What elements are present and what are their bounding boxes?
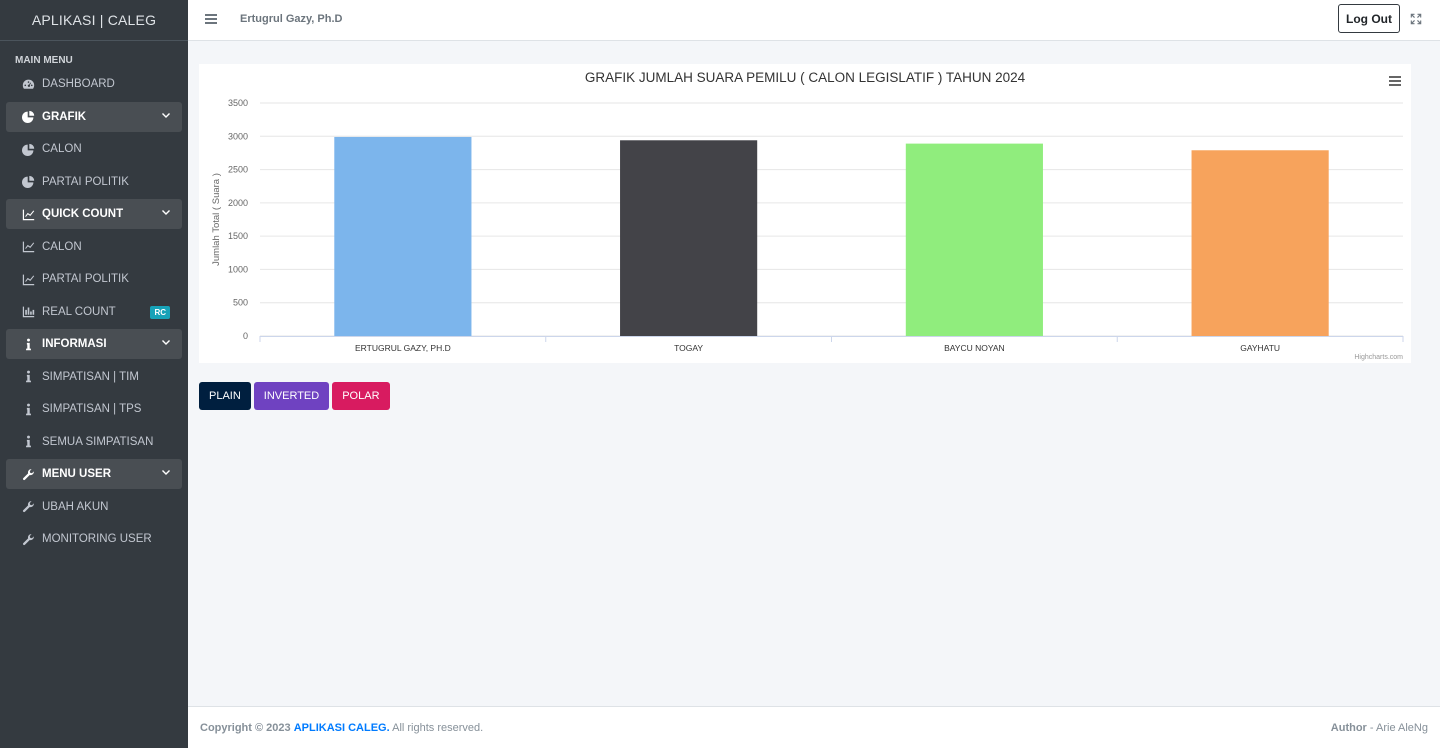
sidebar-item-real-count[interactable]: REAL COUNT RC bbox=[0, 296, 188, 329]
plain-button[interactable]: PLAIN bbox=[199, 382, 251, 410]
copyright-text: Copyright © 2023 bbox=[200, 722, 291, 734]
x-tick-label: ERTUGRUL GAZY, PH.D bbox=[355, 343, 451, 353]
logout-button[interactable]: Log Out bbox=[1338, 4, 1400, 33]
chevron-down-icon bbox=[161, 338, 171, 348]
footer-author: Author - Arie AleNg bbox=[1331, 722, 1428, 734]
footer: Copyright © 2023 APLIKASI CALEG. All rig… bbox=[188, 706, 1440, 748]
sidebar-item-label: QUICK COUNT bbox=[42, 208, 124, 220]
fullscreen-icon[interactable] bbox=[1410, 12, 1424, 26]
sidebar-item-menu-user[interactable]: MENU USER bbox=[6, 459, 182, 489]
chart-card: GRAFIK JUMLAH SUARA PEMILU ( CALON LEGIS… bbox=[199, 64, 1411, 363]
y-tick-label: 0 bbox=[243, 331, 248, 341]
wrench-icon bbox=[20, 532, 36, 546]
sidebar-item-label: SIMPATISAN | TIM bbox=[42, 370, 139, 383]
y-axis-label: Jumlah Total ( Suara ) bbox=[211, 173, 222, 266]
bar bbox=[334, 136, 472, 336]
bar-chart-icon bbox=[20, 305, 36, 319]
sidebar-item-label: CALON bbox=[42, 143, 82, 156]
info-icon bbox=[20, 337, 36, 351]
chevron-down-icon bbox=[161, 111, 171, 121]
sidebar-item-calon[interactable]: CALON bbox=[0, 231, 188, 264]
y-tick-label: 2500 bbox=[228, 165, 248, 175]
sidebar-item-label: SIMPATISAN | TPS bbox=[42, 403, 142, 416]
pie-chart-icon bbox=[20, 110, 36, 124]
sidebar-item-calon[interactable]: CALON bbox=[0, 133, 188, 166]
footer-copyright: Copyright © 2023 APLIKASI CALEG. All rig… bbox=[200, 722, 483, 734]
info-icon bbox=[20, 370, 36, 384]
brand-title[interactable]: APLIKASI | CALEG bbox=[0, 0, 188, 41]
y-tick-label: 1000 bbox=[228, 264, 248, 274]
line-chart-icon bbox=[20, 207, 36, 221]
sidebar-item-monitoring-user[interactable]: MONITORING USER bbox=[0, 523, 188, 556]
y-tick-label: 500 bbox=[233, 298, 248, 308]
sidebar-item-dashboard[interactable]: DASHBOARD bbox=[0, 68, 188, 101]
y-tick-label: 1500 bbox=[228, 231, 248, 241]
info-icon bbox=[20, 402, 36, 416]
y-tick-label: 3500 bbox=[228, 98, 248, 108]
pie-chart-icon bbox=[20, 175, 36, 189]
chevron-down-icon bbox=[161, 468, 171, 478]
chart-title: GRAFIK JUMLAH SUARA PEMILU ( CALON LEGIS… bbox=[585, 70, 1026, 85]
sidebar-item-informasi[interactable]: INFORMASI bbox=[6, 329, 182, 359]
hamburger-menu-icon[interactable] bbox=[205, 12, 217, 26]
x-tick-label: GAYHATU bbox=[1240, 343, 1280, 353]
chart-menu-icon[interactable] bbox=[1389, 76, 1401, 86]
sidebar-item-label: PARTAI POLITIK bbox=[42, 175, 129, 188]
line-chart-icon bbox=[20, 240, 36, 254]
info-icon bbox=[20, 435, 36, 449]
app-link[interactable]: APLIKASI CALEG. bbox=[294, 722, 390, 734]
top-navbar: Ertugrul Gazy, Ph.D Log Out bbox=[188, 0, 1440, 41]
sidebar-item-partai-politik[interactable]: PARTAI POLITIK bbox=[0, 166, 188, 199]
sidebar: APLIKASI | CALEG MAIN MENU DASHBOARD GRAF… bbox=[0, 0, 188, 748]
wrench-icon bbox=[20, 467, 36, 481]
menu-header: MAIN MENU bbox=[15, 55, 73, 66]
author-name: - Arie AleNg bbox=[1369, 722, 1428, 734]
sidebar-nav: DASHBOARD GRAFIK CALON PARTAI POLITIK QUICK … bbox=[0, 68, 188, 556]
sidebar-item-label: INFORMASI bbox=[42, 338, 107, 350]
sidebar-item-simpatisan-tim[interactable]: SIMPATISAN | TIM bbox=[0, 361, 188, 394]
x-tick-label: TOGAY bbox=[674, 343, 703, 353]
line-chart-icon bbox=[20, 272, 36, 286]
y-tick-label: 2000 bbox=[228, 198, 248, 208]
sidebar-item-label: CALON bbox=[42, 240, 82, 253]
sidebar-item-label: MENU USER bbox=[42, 468, 112, 480]
y-tick-label: 3000 bbox=[228, 131, 248, 141]
sidebar-item-label: PARTAI POLITIK bbox=[42, 273, 129, 286]
polar-button[interactable]: POLAR bbox=[332, 382, 390, 410]
sidebar-item-grafik[interactable]: GRAFIK bbox=[6, 101, 182, 132]
inverted-button[interactable]: INVERTED bbox=[253, 382, 330, 410]
sidebar-item-label: MONITORING USER bbox=[42, 533, 152, 546]
sidebar-item-label: SEMUA SIMPATISAN bbox=[42, 435, 154, 448]
sidebar-item-label: GRAFIK bbox=[42, 110, 87, 123]
chart-credit: Highcharts.com bbox=[1354, 354, 1403, 361]
pie-chart-icon bbox=[20, 142, 36, 156]
sidebar-item-quick-count[interactable]: QUICK COUNT bbox=[6, 199, 182, 229]
user-name: Ertugrul Gazy, Ph.D bbox=[240, 13, 343, 25]
bar bbox=[620, 140, 758, 336]
bar bbox=[905, 143, 1043, 336]
x-tick-label: BAYCU NOYAN bbox=[944, 343, 1005, 353]
bar-chart: GRAFIK JUMLAH SUARA PEMILU ( CALON LEGIS… bbox=[211, 70, 1404, 361]
bar bbox=[1191, 150, 1329, 336]
rights-text: All rights reserved. bbox=[392, 722, 484, 734]
status-badge: RC bbox=[150, 305, 170, 319]
chevron-down-icon bbox=[161, 208, 171, 218]
sidebar-item-label: REAL COUNT bbox=[42, 305, 116, 318]
sidebar-item-semua-simpatisan[interactable]: SEMUA SIMPATISAN bbox=[0, 426, 188, 459]
tachometer-icon bbox=[20, 77, 36, 91]
author-label: Author bbox=[1330, 722, 1367, 734]
sidebar-item-label: DASHBOARD bbox=[42, 78, 115, 91]
sidebar-item-simpatisan-tps[interactable]: SIMPATISAN | TPS bbox=[0, 393, 188, 426]
sidebar-item-partai-politik[interactable]: PARTAI POLITIK bbox=[0, 263, 188, 296]
wrench-icon bbox=[20, 500, 36, 514]
sidebar-item-ubah-akun[interactable]: UBAH AKUN bbox=[0, 491, 188, 524]
chart-type-buttons: PLAIN INVERTED POLAR bbox=[199, 382, 393, 410]
sidebar-item-label: UBAH AKUN bbox=[42, 500, 109, 513]
